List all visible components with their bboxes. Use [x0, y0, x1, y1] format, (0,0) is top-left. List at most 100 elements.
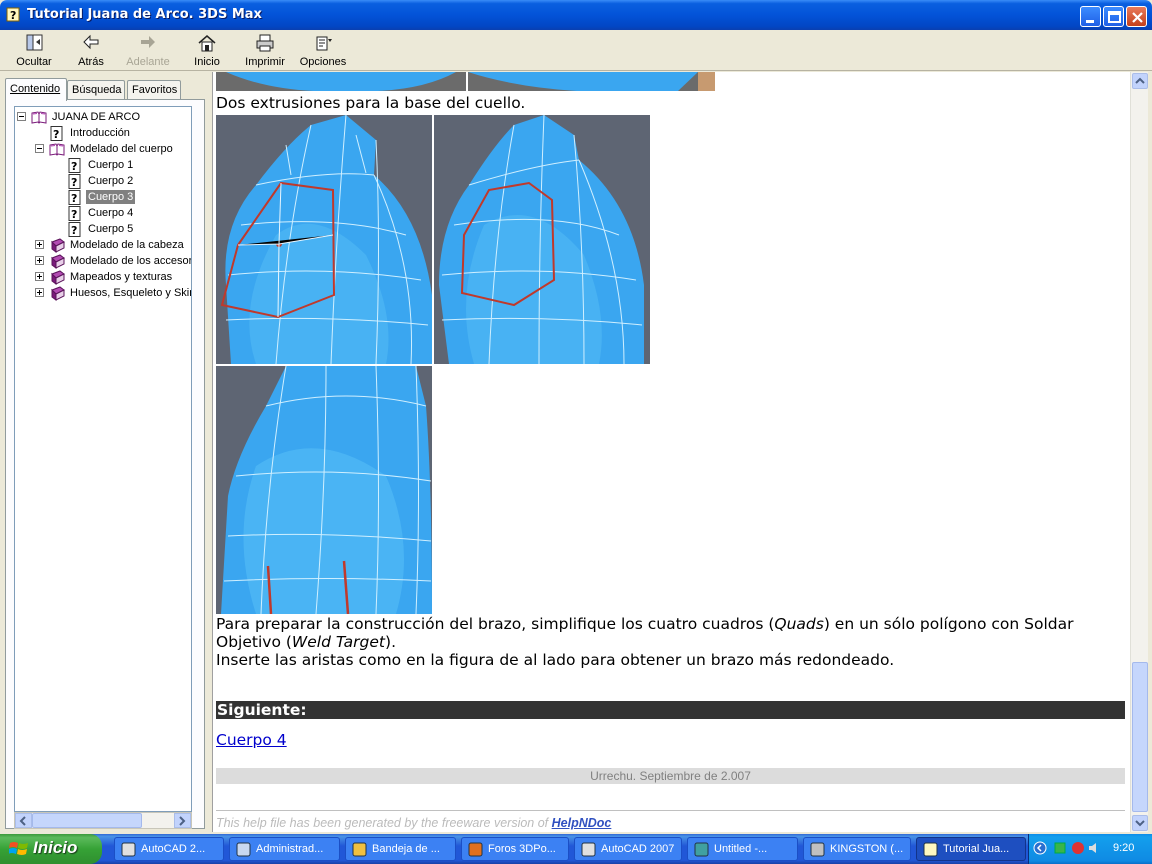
svg-text:?: ? [10, 9, 16, 22]
taskbar-button[interactable]: AutoCAD 2... [114, 837, 224, 861]
window-icon [236, 842, 251, 857]
paragraph-quads-text-a: Para preparar la construcción del brazo,… [216, 615, 775, 633]
help-page-icon: ? [67, 173, 86, 189]
collapse-icon[interactable] [35, 144, 44, 153]
taskbar-button[interactable]: Foros 3DPo... [461, 837, 569, 861]
svg-text:?: ? [71, 192, 77, 205]
tab-contents-label: Contenido [10, 83, 61, 95]
taskbar-button-label: Tutorial Jua... [943, 843, 1010, 855]
tree-item[interactable]: ? Cuerpo 1 [67, 157, 135, 173]
minimize-button[interactable] [1080, 6, 1101, 27]
mesh-image-body-1 [216, 115, 432, 364]
expand-icon[interactable] [35, 272, 44, 281]
start-button[interactable]: Inicio [0, 834, 102, 864]
tree-item[interactable]: Mapeados y texturas [35, 269, 174, 285]
taskbar: Inicio AutoCAD 2... Administrad... Bandeja… [0, 834, 1152, 864]
taskbar-button[interactable]: KINGSTON (... [803, 837, 911, 861]
tree-horizontal-scrollbar[interactable] [14, 812, 192, 829]
content-vertical-scrollbar[interactable] [1130, 72, 1148, 832]
taskbar-button[interactable]: Untitled -... [687, 837, 798, 861]
tab-search-label: Búsqueda [72, 84, 122, 96]
tree-item[interactable]: JUANA DE ARCO [17, 109, 142, 125]
mesh-image-body-3 [216, 366, 432, 614]
volume-icon[interactable] [1087, 841, 1101, 855]
closed-book-icon [49, 285, 68, 301]
nav-tabs: Contenido Búsqueda Favoritos [5, 78, 205, 101]
helpndoc-link[interactable]: HelpNDoc [552, 816, 612, 830]
chevron-up-icon [1135, 77, 1145, 84]
tab-search[interactable]: Búsqueda [67, 80, 125, 100]
content-scroll-thumb[interactable] [1132, 662, 1148, 812]
hide-pane-icon [26, 34, 43, 51]
tree-item[interactable]: ? Cuerpo 5 [67, 221, 135, 237]
tab-favorites[interactable]: Favoritos [127, 80, 181, 100]
scroll-left-button[interactable] [15, 813, 32, 828]
contents-panel: JUANA DE ARCO? Introducción Modelado del c… [5, 99, 205, 829]
chevron-down-icon [1135, 820, 1145, 827]
options-button[interactable]: Opciones [298, 33, 348, 69]
tree-item[interactable]: Huesos, Esqueleto y Skin [35, 285, 191, 301]
topic-content[interactable]: Dos extrusiones para la base del cuello. [212, 72, 1130, 832]
tab-contents[interactable]: Contenido [5, 78, 67, 101]
taskbar-button[interactable]: Tutorial Jua... [916, 837, 1026, 861]
tree-item-label: Cuerpo 4 [88, 207, 134, 219]
tree-item-label: Cuerpo 5 [88, 223, 134, 235]
svg-text:?: ? [71, 160, 77, 173]
scroll-up-button[interactable] [1132, 73, 1148, 89]
generated-notice: This help file has been generated by the… [216, 816, 611, 830]
forward-arrow-icon [141, 36, 155, 48]
hide-button[interactable]: Ocultar [12, 33, 56, 69]
tree-item[interactable]: ? Cuerpo 4 [67, 205, 135, 221]
taskbar-button-label: Administrad... [256, 843, 324, 855]
forward-button[interactable]: Adelante [124, 33, 172, 69]
tree-item[interactable]: ? Cuerpo 3 [67, 189, 136, 205]
tree-item[interactable]: Modelado de los accesorios [35, 253, 191, 269]
title-bar[interactable]: ? Tutorial Juana de Arco. 3DS Max [0, 0, 1152, 30]
chevron-left-icon [19, 816, 26, 826]
close-button[interactable] [1126, 6, 1147, 27]
windows-flag-icon [9, 842, 28, 855]
taskbar-button[interactable]: AutoCAD 2007 [574, 837, 682, 861]
weld-target-term: Weld Target [291, 633, 386, 651]
network-icon[interactable] [1053, 841, 1067, 855]
hide-button-label: Ocultar [16, 56, 52, 68]
paragraph-weld-target: Objetivo (Weld Target). [216, 633, 396, 651]
next-topic-link[interactable]: Cuerpo 4 [216, 731, 287, 749]
help-file-icon: ? [6, 7, 20, 22]
home-button[interactable]: Inicio [190, 33, 224, 69]
tree-item-label: Introducción [70, 127, 130, 139]
closed-book-icon [49, 269, 68, 285]
tree-item[interactable]: Modelado del cuerpo [35, 141, 175, 157]
open-book-icon [49, 142, 68, 157]
back-button[interactable]: Atrás [72, 33, 110, 69]
expand-icon[interactable] [35, 288, 44, 297]
contents-tree[interactable]: JUANA DE ARCO? Introducción Modelado del c… [14, 106, 192, 812]
closed-book-icon [49, 237, 68, 253]
svg-text:?: ? [53, 128, 59, 141]
drive-icon [810, 842, 825, 857]
caption-neck-extrusions: Dos extrusiones para la base del cuello. [216, 94, 526, 112]
taskbar-button[interactable]: Bandeja de ... [345, 837, 456, 861]
mail-icon [352, 842, 367, 857]
tab-favorites-label: Favoritos [132, 84, 178, 96]
print-button-label: Imprimir [245, 56, 285, 68]
tree-item[interactable]: ? Cuerpo 2 [67, 173, 135, 189]
back-button-label: Atrás [78, 56, 104, 68]
help-page-icon: ? [67, 205, 86, 221]
tray-expand-icon[interactable] [1033, 841, 1047, 855]
maximize-button[interactable] [1103, 6, 1124, 27]
tree-item[interactable]: Modelado de la cabeza [35, 237, 186, 253]
scroll-down-button[interactable] [1132, 815, 1148, 831]
print-button[interactable]: Imprimir [244, 33, 286, 69]
expand-icon[interactable] [35, 256, 44, 265]
tree-item-label: Cuerpo 3 [86, 190, 136, 204]
tree-scroll-thumb[interactable] [32, 813, 142, 828]
scroll-right-button[interactable] [174, 813, 191, 828]
antivirus-icon[interactable] [1071, 841, 1085, 855]
tree-item[interactable]: ? Introducción [49, 125, 132, 141]
expand-icon[interactable] [35, 240, 44, 249]
tree-item-label: Cuerpo 2 [88, 175, 134, 187]
paragraph-weld-text-d: ). [385, 633, 396, 651]
taskbar-button[interactable]: Administrad... [229, 837, 340, 861]
collapse-icon[interactable] [17, 112, 26, 121]
